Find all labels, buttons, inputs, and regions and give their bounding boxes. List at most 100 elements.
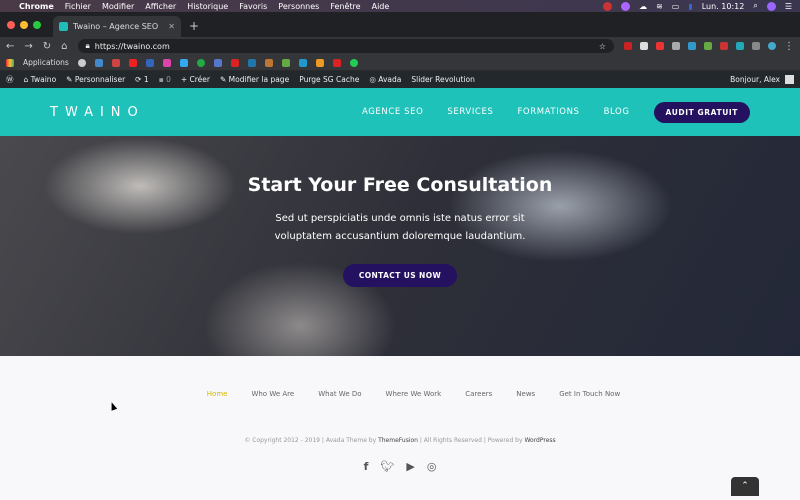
siri-icon[interactable] (766, 1, 776, 11)
extension-icon[interactable] (736, 42, 744, 50)
updates-count: 1 (143, 75, 149, 84)
address-bar[interactable]: 🔒︎ https://twaino.com ☆ (77, 39, 614, 53)
flag-fr-icon[interactable]: ▮ (688, 2, 692, 11)
menu-favoris[interactable]: Favoris (239, 2, 267, 11)
menu-kebab-icon[interactable]: ⋮ (784, 41, 794, 52)
menu-historique[interactable]: Historique (187, 2, 228, 11)
clock[interactable]: Lun. 10:12 (702, 2, 745, 11)
wp-comments-link[interactable]: ▪ 0 (159, 75, 171, 84)
bookmark-icon[interactable] (94, 58, 103, 67)
contact-us-button[interactable]: CONTACT US NOW (342, 264, 458, 287)
cloud-icon[interactable]: ☁ (639, 2, 647, 11)
linkedin-bookmark-icon[interactable] (247, 58, 256, 67)
menu-aide[interactable]: Aide (372, 2, 390, 11)
footer-nav-get-in-touch[interactable]: Get In Touch Now (559, 390, 620, 398)
avada-label: Avada (378, 75, 402, 84)
footer-nav-who-we-are[interactable]: Who We Are (251, 390, 294, 398)
analytics-bookmark-icon[interactable] (315, 58, 324, 67)
facebook-icon[interactable]: f (364, 460, 369, 473)
wp-slider-link[interactable]: Slider Revolution (411, 75, 475, 84)
forward-icon[interactable]: → (24, 41, 32, 52)
nav-formations[interactable]: FORMATIONS (517, 107, 579, 117)
whatsapp-bookmark-icon[interactable] (349, 58, 358, 67)
footer-nav-what-we-do[interactable]: What We Do (318, 390, 361, 398)
close-window-button[interactable] (7, 20, 15, 29)
wordpress-icon[interactable]: Ⓦ (6, 74, 14, 85)
extension-icon[interactable] (656, 42, 664, 50)
close-tab-icon[interactable]: ✕ (168, 22, 175, 31)
bookmark-icon[interactable] (196, 58, 205, 67)
new-tab-button[interactable]: + (189, 19, 199, 33)
menu-personnes[interactable]: Personnes (278, 2, 319, 11)
menu-modifier[interactable]: Modifier (102, 2, 134, 11)
tab-twaino[interactable]: Twaino – Agence SEO ✕ (53, 16, 181, 37)
extension-icon[interactable] (624, 42, 632, 50)
trello-bookmark-icon[interactable] (298, 58, 307, 67)
youtube-icon[interactable]: ▶ (406, 460, 414, 473)
bookmark-icon[interactable] (111, 58, 120, 67)
footer-nav-news[interactable]: News (516, 390, 535, 398)
reload-icon[interactable]: ↻ (43, 41, 51, 52)
extension-icon[interactable] (752, 42, 760, 50)
status-app-icon[interactable] (621, 1, 631, 11)
wp-edit-page-link[interactable]: ✎ Modifier la page (220, 75, 289, 84)
status-app-icon[interactable] (603, 1, 613, 11)
extension-icon[interactable] (688, 42, 696, 50)
facebook-bookmark-icon[interactable] (145, 58, 154, 67)
back-icon[interactable]: ← (6, 41, 14, 52)
hero-section: Start Your Free Consultation Sed ut pers… (0, 136, 800, 356)
list-icon[interactable]: ☰ (785, 2, 792, 11)
favicon-icon (59, 22, 68, 31)
user-avatar[interactable] (785, 75, 794, 84)
wp-create-link[interactable]: + Créer (181, 75, 210, 84)
extension-icon[interactable] (672, 42, 680, 50)
bookmark-icon[interactable] (264, 58, 273, 67)
wp-admin-bar: Ⓦ ⌂ Twaino ✎ Personnaliser ⟳ 1 ▪ 0 + Cré… (0, 71, 800, 88)
bookmark-icon[interactable] (230, 58, 239, 67)
bookmark-icon[interactable] (332, 58, 341, 67)
wp-avada-link[interactable]: ◎ Avada (369, 75, 401, 84)
extension-icon[interactable] (640, 42, 648, 50)
extension-icon[interactable] (704, 42, 712, 50)
twitter-bookmark-icon[interactable] (179, 58, 188, 67)
minimize-window-button[interactable] (20, 20, 28, 29)
profile-avatar[interactable] (768, 42, 776, 50)
wp-customize-link[interactable]: ✎ Personnaliser (66, 75, 125, 84)
youtube-bookmark-icon[interactable] (128, 58, 137, 67)
site-logo[interactable]: TWAINO (50, 105, 145, 120)
home-icon[interactable]: ⌂ (61, 41, 67, 52)
search-icon[interactable]: ⌕ (753, 1, 757, 11)
wp-purge-cache-link[interactable]: Purge SG Cache (299, 75, 359, 84)
bookmark-applications[interactable]: Applications (23, 58, 69, 67)
bookmark-star-icon[interactable]: ☆ (599, 42, 606, 51)
menu-fenetre[interactable]: Fenêtre (330, 2, 360, 11)
maximize-window-button[interactable] (33, 20, 41, 29)
nav-blog[interactable]: BLOG (604, 107, 630, 117)
twitter-icon[interactable]: 🐦︎ (380, 460, 394, 473)
battery-icon[interactable]: ▭ (672, 2, 680, 11)
wp-site-link[interactable]: ⌂ Twaino (24, 75, 57, 84)
menu-fichier[interactable]: Fichier (65, 2, 91, 11)
instagram-bookmark-icon[interactable] (162, 58, 171, 67)
wordpress-link[interactable]: WordPress (524, 437, 555, 444)
audit-gratuit-button[interactable]: AUDIT GRATUIT (653, 101, 750, 123)
footer-nav-where-we-work[interactable]: Where We Work (386, 390, 442, 398)
nav-agence-seo[interactable]: AGENCE SEO (362, 107, 423, 117)
nav-services[interactable]: SERVICES (447, 107, 493, 117)
wp-updates-link[interactable]: ⟳ 1 (135, 75, 148, 84)
wifi-icon[interactable]: ≋ (656, 2, 663, 11)
themefusion-link[interactable]: ThemeFusion (378, 437, 418, 444)
bookmark-icon[interactable] (77, 58, 86, 67)
apps-grid-icon[interactable] (6, 58, 14, 67)
scroll-to-top-button[interactable]: ⌃ (731, 477, 759, 496)
extension-icon[interactable] (720, 42, 728, 50)
bookmark-icon[interactable] (213, 58, 222, 67)
bookmark-icon[interactable] (281, 58, 290, 67)
footer-nav-home[interactable]: Home (207, 390, 228, 398)
instagram-icon[interactable]: ◎ (427, 460, 437, 473)
menu-app[interactable]: Chrome (19, 2, 54, 11)
footer-nav-careers[interactable]: Careers (465, 390, 492, 398)
wp-account-greeting[interactable]: Bonjour, Alex (730, 75, 780, 84)
comments-count: 0 (166, 75, 171, 84)
menu-afficher[interactable]: Afficher (145, 2, 176, 11)
